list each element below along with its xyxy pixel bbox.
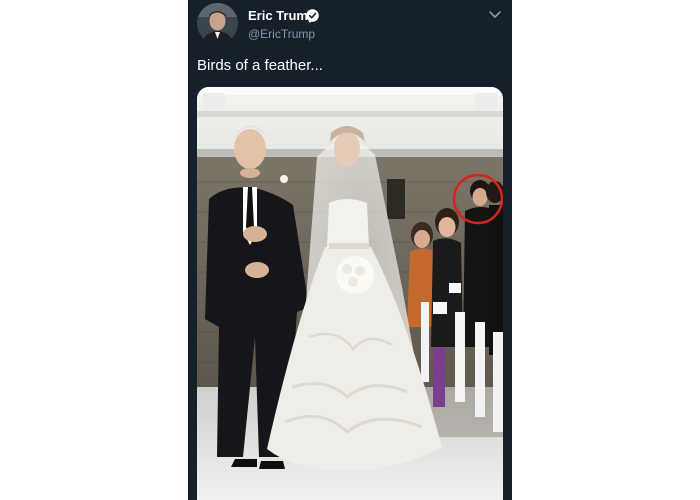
- author-handle[interactable]: @EricTrump: [248, 27, 315, 41]
- tweet-text: Birds of a feather...: [197, 57, 323, 74]
- tweet-card: Eric Trump @EricTrump Birds of a feather…: [188, 0, 512, 500]
- avatar-photo-icon: [197, 3, 238, 44]
- tweet-photo[interactable]: [197, 87, 503, 500]
- page: Eric Trump @EricTrump Birds of a feather…: [0, 0, 700, 500]
- wedding-photo-image: [197, 87, 503, 500]
- avatar[interactable]: [197, 3, 238, 44]
- chevron-down-icon[interactable]: [488, 9, 502, 19]
- verified-badge-icon: [306, 9, 319, 22]
